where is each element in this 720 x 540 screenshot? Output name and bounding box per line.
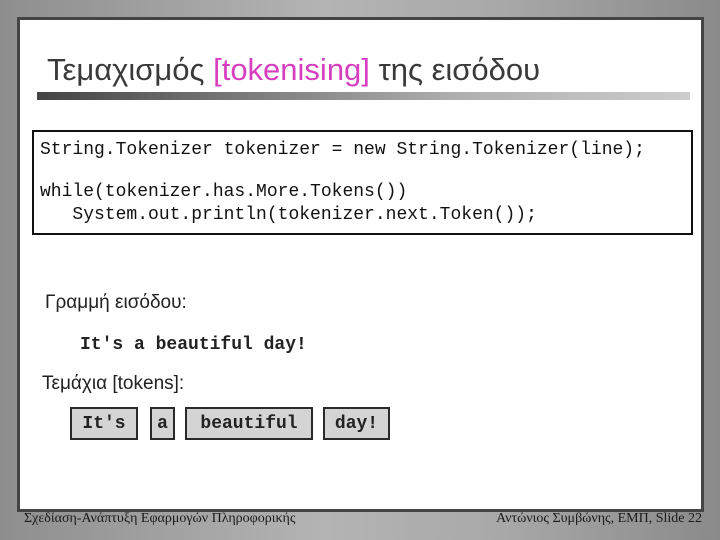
code-line: String.Tokenizer tokenizer = new String.… bbox=[40, 140, 645, 160]
title-accent: [tokenising] bbox=[213, 52, 370, 87]
footer-course-title: Σχεδίαση-Ανάπτυξη Εφαρμογών Πληροφορικής bbox=[24, 511, 296, 526]
code-block: String.Tokenizer tokenizer = new String.… bbox=[32, 130, 693, 235]
input-line-example: It's a beautiful day! bbox=[80, 335, 307, 355]
slide-panel: Τεμαχισμός [tokenising] της εισόδου Stri… bbox=[17, 17, 704, 512]
token-box: a bbox=[150, 407, 175, 440]
code-line: while(tokenizer.has.More.Tokens()) bbox=[40, 182, 408, 202]
slide-title: Τεμαχισμός [tokenising] της εισόδου bbox=[47, 52, 540, 88]
title-underline-bar bbox=[37, 92, 690, 100]
token-box: beautiful bbox=[185, 407, 313, 440]
token-box: day! bbox=[323, 407, 390, 440]
code-line: System.out.println(tokenizer.next.Token(… bbox=[40, 205, 537, 225]
title-suffix: της εισόδου bbox=[369, 52, 541, 87]
tokens-label: Τεμάχια [tokens]: bbox=[42, 373, 185, 394]
input-line-label: Γραμμή εισόδου: bbox=[45, 292, 187, 313]
title-prefix: Τεμαχισμός bbox=[47, 52, 214, 87]
footer-author-slide-number: Αντώνιος Συμβώνης, ΕΜΠ, Slide 22 bbox=[496, 511, 702, 526]
token-box: It's bbox=[70, 407, 138, 440]
